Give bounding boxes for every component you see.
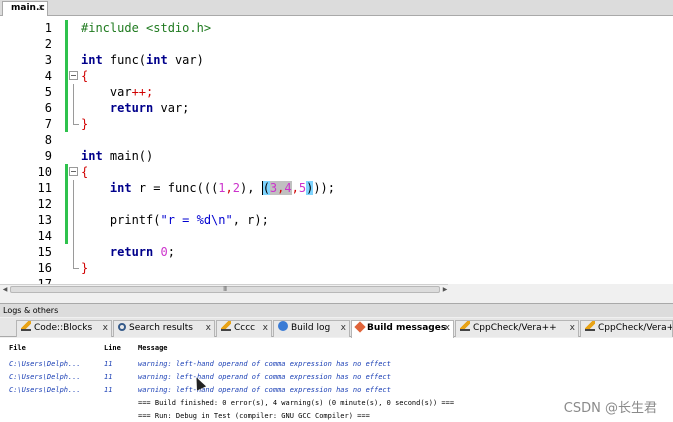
- build-messages-icon: [354, 321, 366, 333]
- scroll-right-arrow-icon[interactable]: ▶: [440, 285, 450, 294]
- fold-collapse-icon[interactable]: [69, 167, 78, 176]
- scroll-left-arrow-icon[interactable]: ◀: [0, 285, 10, 294]
- tab-close-icon[interactable]: x: [263, 321, 268, 336]
- tab-build-messages[interactable]: Build messages x: [351, 320, 454, 338]
- code-line: {: [81, 165, 89, 179]
- line-number: 17: [37, 277, 52, 284]
- line-number: 13: [37, 213, 52, 227]
- code-line: #include <stdio.h>: [81, 21, 212, 35]
- tab-close-icon[interactable]: x: [445, 321, 450, 336]
- code-line: int func(int var): [81, 53, 204, 67]
- line-number: 6: [44, 101, 52, 115]
- line-number: 9: [44, 149, 52, 163]
- line-number: 16: [37, 261, 52, 275]
- line-number: 1: [44, 21, 52, 35]
- code-editor[interactable]: 1 #include <stdio.h> 2 3 int func(int va…: [0, 16, 673, 284]
- line-number: 8: [44, 133, 52, 147]
- tab-search-results[interactable]: Search results x: [113, 320, 215, 337]
- tab-label: Search results: [129, 323, 193, 333]
- tab-label: CppCheck/Vera++: [473, 323, 557, 333]
- line-number: 4: [44, 69, 52, 83]
- pencil-icon: [585, 321, 595, 331]
- tab-close-icon[interactable]: x: [341, 321, 346, 336]
- fold-guide: [73, 84, 74, 100]
- line-number: 15: [37, 245, 52, 259]
- editor-tab-bar: main.c x: [0, 0, 673, 16]
- tab-label: Build log: [291, 323, 331, 333]
- tab-close-icon[interactable]: x: [206, 321, 211, 336]
- column-header-line[interactable]: Line: [104, 344, 121, 355]
- logs-tab-bar: Code::Blocks x Search results x Cccc x Buil…: [0, 318, 673, 338]
- code-line: return 0;: [109, 245, 175, 259]
- fold-guide: [73, 180, 74, 196]
- line-number: 2: [44, 37, 52, 51]
- tab-cppcheck-vera[interactable]: CppCheck/Vera++ x: [455, 320, 579, 337]
- fold-guide: [73, 196, 74, 212]
- tab-cccc[interactable]: Cccc x: [216, 320, 272, 337]
- tab-cppcheck-vera-2[interactable]: CppCheck/Vera++: [580, 320, 673, 337]
- fold-guide: [73, 212, 74, 228]
- tab-label: CppCheck/Vera++: [598, 323, 672, 333]
- pencil-icon: [221, 321, 231, 331]
- line-number: 7: [44, 117, 52, 131]
- tab-close-icon[interactable]: x: [103, 321, 108, 336]
- build-log-icon: [278, 321, 288, 331]
- tab-label: Code::Blocks: [34, 323, 93, 333]
- line-number: 12: [37, 197, 52, 211]
- column-header-message[interactable]: Message: [138, 344, 168, 355]
- line-number: 11: [37, 181, 52, 195]
- pencil-icon: [460, 321, 470, 331]
- tab-build-log[interactable]: Build log x: [273, 320, 350, 337]
- line-number: 14: [37, 229, 52, 243]
- tab-codeblocks[interactable]: Code::Blocks x: [16, 320, 112, 337]
- magnifier-icon: [118, 323, 126, 331]
- tab-label: Cccc: [234, 323, 256, 333]
- line-number: 10: [37, 165, 52, 179]
- scrollbar-grip: III: [223, 285, 227, 293]
- code-line: return var;: [109, 101, 190, 115]
- code-line: }: [81, 261, 89, 275]
- line-number: 5: [44, 85, 52, 99]
- fold-guide: [73, 100, 74, 116]
- fold-end-guide: [73, 260, 79, 269]
- code-line: }: [81, 117, 89, 131]
- code-line: int r = func(((1,2), (3,4,5)));: [109, 181, 336, 195]
- fold-end-guide: [73, 116, 79, 125]
- code-line: var++;: [81, 85, 154, 99]
- code-line: int main(): [81, 149, 154, 163]
- tab-label: Build messages: [367, 323, 447, 333]
- column-header-file[interactable]: File: [9, 344, 26, 355]
- scrollbar-thumb[interactable]: III: [10, 285, 440, 293]
- editor-horizontal-scrollbar[interactable]: ◀ III ▶: [0, 284, 448, 294]
- fold-collapse-icon[interactable]: [69, 71, 78, 80]
- fold-guide: [73, 244, 74, 260]
- watermark: CSDN @长生君: [563, 401, 657, 416]
- pencil-icon: [21, 321, 31, 331]
- tab-close-icon[interactable]: x: [570, 321, 575, 336]
- fold-guide: [73, 228, 74, 244]
- code-line: {: [81, 69, 89, 83]
- file-tab-main-c[interactable]: main.c x: [2, 1, 48, 16]
- code-line: printf("r = %d\n", r);: [109, 213, 269, 227]
- matched-paren-open: (: [261, 181, 270, 195]
- line-number: 3: [44, 53, 52, 67]
- file-tab-close-icon[interactable]: x: [39, 2, 44, 15]
- logs-panel-title: Logs & others: [0, 303, 673, 317]
